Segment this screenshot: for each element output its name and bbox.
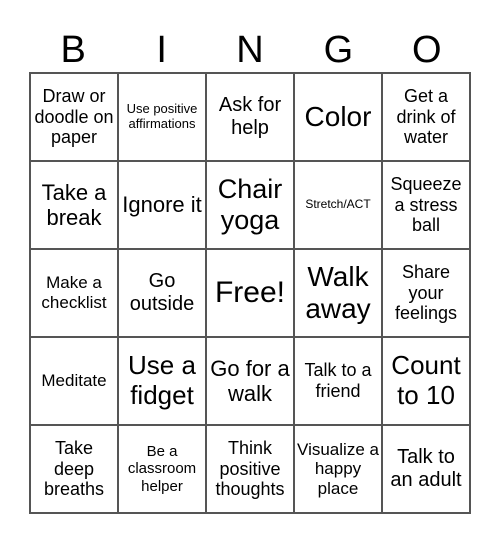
bingo-cell[interactable]: Think positive thoughts (206, 425, 294, 513)
bingo-header: B I N G O (29, 28, 471, 72)
bingo-cell[interactable]: Meditate (30, 337, 118, 425)
header-letter-i: I (156, 29, 167, 71)
bingo-cell[interactable]: Go for a walk (206, 337, 294, 425)
bingo-cell[interactable]: Stretch/ACT (294, 161, 382, 249)
bingo-cell[interactable]: Take deep breaths (30, 425, 118, 513)
bingo-cell[interactable]: Be a classroom helper (118, 425, 206, 513)
bingo-cell[interactable]: Squeeze a stress ball (382, 161, 470, 249)
bingo-cell[interactable]: Get a drink of water (382, 73, 470, 161)
bingo-cell[interactable]: Share your feelings (382, 249, 470, 337)
bingo-cell[interactable]: Draw or doodle on paper (30, 73, 118, 161)
header-letter-n: N (236, 29, 264, 71)
bingo-cell[interactable]: Chair yoga (206, 161, 294, 249)
bingo-cell[interactable]: Ask for help (206, 73, 294, 161)
free-space[interactable]: Free! (206, 249, 294, 337)
bingo-cell[interactable]: Take a break (30, 161, 118, 249)
bingo-cell[interactable]: Go outside (118, 249, 206, 337)
bingo-cell[interactable]: Use positive affirmations (118, 73, 206, 161)
bingo-cell[interactable]: Make a checklist (30, 249, 118, 337)
bingo-cell[interactable]: Use a fidget (118, 337, 206, 425)
bingo-cell[interactable]: Color (294, 73, 382, 161)
bingo-cell[interactable]: Talk to an adult (382, 425, 470, 513)
header-letter-g: G (323, 29, 354, 71)
bingo-cell[interactable]: Walk away (294, 249, 382, 337)
bingo-cell[interactable]: Visualize a happy place (294, 425, 382, 513)
bingo-cell[interactable]: Talk to a friend (294, 337, 382, 425)
header-letter-o: O (412, 29, 442, 71)
bingo-cell[interactable]: Ignore it (118, 161, 206, 249)
bingo-card: Draw or doodle on paper Use positive aff… (29, 72, 471, 514)
header-letter-b: B (60, 29, 86, 71)
bingo-cell[interactable]: Count to 10 (382, 337, 470, 425)
